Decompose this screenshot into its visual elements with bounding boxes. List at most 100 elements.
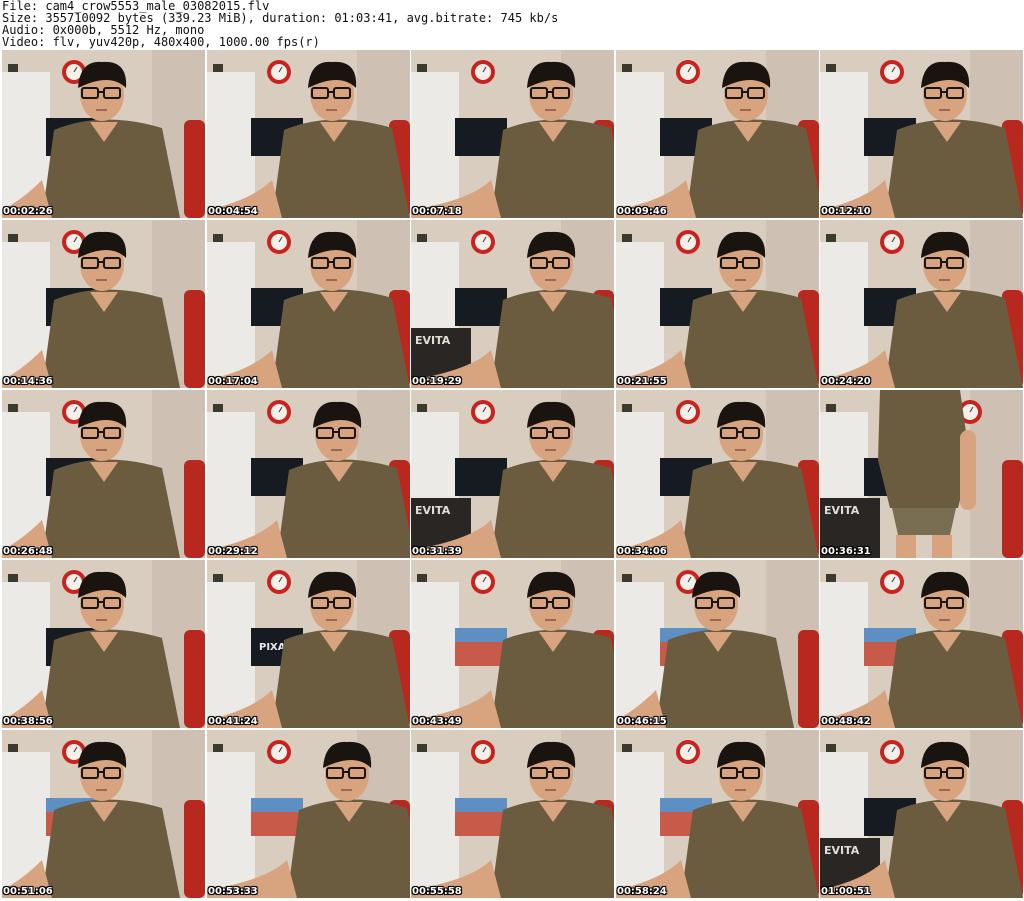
white-panel (207, 412, 255, 558)
video-thumbnail: EVITA 00:36:31 (820, 390, 1023, 558)
video-thumbnail: 00:12:10 (820, 50, 1023, 218)
video-thumbnail: 00:02:26 (2, 50, 205, 218)
video-thumbnail: EVITA 00:19:29 (411, 220, 614, 388)
thumbnail-grid: 00:02:26 00:04:54 00:07:18 00:09:46 00:12:10… (2, 50, 1023, 900)
thumbnail-scene (616, 390, 819, 558)
video-thumbnail: EVITA 01:00:51 (820, 730, 1023, 898)
wall-frame (417, 744, 427, 752)
wall-frame (622, 744, 632, 752)
wall-frame (622, 404, 632, 412)
tv-broadcast-band (455, 628, 507, 642)
video-thumbnail: 00:34:06 (616, 390, 819, 558)
shirt (878, 390, 970, 508)
thumbnail-timestamp: 00:12:10 (821, 206, 871, 217)
thumbnail-scene (411, 50, 614, 218)
white-panel (820, 72, 868, 218)
video-thumbnail: 00:48:42 (820, 560, 1023, 728)
video-thumbnail: 00:21:55 (616, 220, 819, 388)
wall-frame (417, 404, 427, 412)
video-thumbnail: EVITA 00:31:39 (411, 390, 614, 558)
tv-screen (455, 118, 507, 156)
wall-frame (8, 574, 18, 582)
thumbnail-timestamp: 00:31:39 (412, 546, 462, 557)
white-panel (616, 242, 664, 388)
thumbnail-timestamp: 00:38:56 (3, 716, 53, 727)
poster-text: EVITA (824, 844, 860, 857)
thumbnail-scene: PIXAR (207, 560, 410, 728)
wall-frame (826, 744, 836, 752)
shirt (42, 799, 180, 898)
video-thumbnail: 00:17:04 (207, 220, 410, 388)
red-chair (184, 120, 205, 218)
thumbnail-timestamp: 00:09:46 (617, 206, 667, 217)
red-chair (184, 290, 205, 388)
thumbnail-timestamp: 00:04:54 (208, 206, 258, 217)
thumbnail-scene (207, 390, 410, 558)
white-panel (820, 582, 868, 728)
thumbnail-scene (616, 50, 819, 218)
shirt (681, 459, 819, 558)
video-thumbnail: 00:29:12 (207, 390, 410, 558)
leg-left (896, 535, 916, 558)
thumbnail-scene (616, 730, 819, 898)
wall-frame (417, 64, 427, 72)
wall-frame (8, 64, 18, 72)
thumbnail-scene: EVITA (411, 390, 614, 558)
red-chair (184, 460, 205, 558)
shirt (42, 629, 180, 728)
video-thumbnail: 00:26:48 (2, 390, 205, 558)
shirt (272, 119, 410, 218)
thumbnail-timestamp: 00:21:55 (617, 376, 667, 387)
shirt (681, 289, 819, 388)
thumbnail-timestamp: 00:51:06 (3, 886, 53, 897)
shirt (885, 629, 1023, 728)
thumbnail-scene (207, 730, 410, 898)
thumbnail-timestamp: 00:19:29 (412, 376, 462, 387)
video-thumbnail: 00:04:54 (207, 50, 410, 218)
white-panel (207, 582, 255, 728)
white-panel (207, 72, 255, 218)
wall-frame (213, 574, 223, 582)
thumbnail-scene (207, 220, 410, 388)
thumbnail-scene (616, 560, 819, 728)
red-chair (798, 630, 819, 728)
video-thumbnail: 00:55:58 (411, 730, 614, 898)
tv-broadcast-band (455, 798, 507, 812)
video-thumbnail: 00:38:56 (2, 560, 205, 728)
thumbnail-timestamp: 00:43:49 (412, 716, 462, 727)
white-panel (411, 72, 459, 218)
shirt (42, 289, 180, 388)
file-info-header: File: cam4_crow5553_male_03082015.flv Si… (2, 0, 1022, 48)
thumbnail-scene: EVITA (820, 730, 1023, 898)
shirt (656, 629, 794, 728)
wall-frame (417, 574, 427, 582)
thumbnail-timestamp: 00:02:26 (3, 206, 53, 217)
wall-frame (826, 404, 836, 412)
video-thumbnail: 00:51:06 (2, 730, 205, 898)
video-thumbnail: 00:07:18 (411, 50, 614, 218)
wall-frame (622, 574, 632, 582)
arm (960, 430, 976, 510)
shirt (885, 799, 1023, 898)
thumbnail-timestamp: 00:55:58 (412, 886, 462, 897)
video-thumbnail: 00:53:33 (207, 730, 410, 898)
shirt (42, 459, 180, 558)
thumbnail-timestamp: 00:24:20 (821, 376, 871, 387)
tv-screen (455, 288, 507, 326)
thumbnail-scene: EVITA (411, 220, 614, 388)
thumbnail-scene (411, 730, 614, 898)
shirt (885, 289, 1023, 388)
wall-frame (213, 234, 223, 242)
tv-broadcast-band (251, 798, 303, 812)
thumbnail-scene (2, 560, 205, 728)
wall-frame (8, 744, 18, 752)
video-thumbnail: PIXAR 00:41:24 (207, 560, 410, 728)
red-chair (184, 630, 205, 728)
thumbnail-timestamp: 00:48:42 (821, 716, 871, 727)
thumbnail-timestamp: 00:58:24 (617, 886, 667, 897)
wall-frame (622, 64, 632, 72)
thumbnail-timestamp: 00:41:24 (208, 716, 258, 727)
shirt (272, 629, 410, 728)
wall-frame (622, 234, 632, 242)
wall-frame (213, 744, 223, 752)
